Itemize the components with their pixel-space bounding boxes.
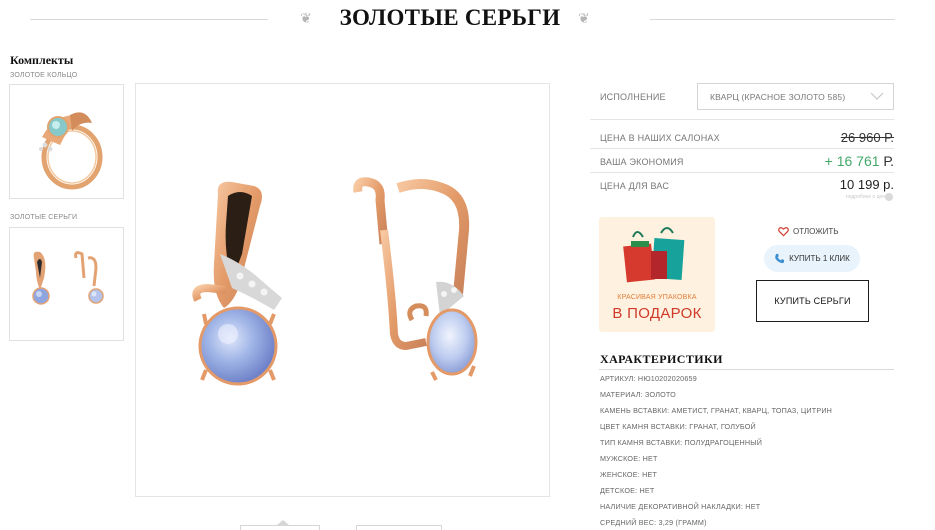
price-divider [590, 148, 894, 149]
char-item: НАЛИЧИЕ ДЕКОРАТИВНОЙ НАКЛАДКИ: НЕТ [600, 502, 761, 511]
char-item: ЦВЕТ КАМНЯ ВСТАВКИ: ГРАНАТ, ГОЛУБОЙ [600, 422, 756, 431]
old-price-value: 26 960 Р. [840, 130, 894, 145]
question-icon[interactable] [885, 193, 893, 201]
wishlist-label: ОТЛОЖИТЬ [793, 226, 839, 236]
sets-title: Комплекты [10, 53, 74, 67]
final-price-value: 10 199 р. [839, 177, 894, 192]
set-label-ring[interactable]: ЗОЛОТОЕ КОЛЬЦО [10, 72, 77, 79]
old-price-label: ЦЕНА В НАШИХ САЛОНАХ [600, 133, 720, 143]
characteristics-divider [599, 369, 894, 370]
gift-line2: В ПОДАРОК [612, 305, 702, 322]
product-main-image[interactable] [135, 83, 550, 497]
gift-line1: КРАСИВАЯ УПАКОВКА [617, 294, 697, 301]
gallery-tab-1[interactable] [240, 525, 320, 530]
option-select-value: КВАРЦ (КРАСНОЕ ЗОЛОТО 585) [710, 92, 846, 102]
header-divider-left [30, 19, 268, 20]
earrings-thumbnail-icon [32, 251, 104, 305]
header-divider-right [650, 19, 895, 20]
economy-currency: Р. [883, 153, 894, 169]
page-title: ЗОЛОТЫЕ СЕРЬГИ [339, 5, 561, 30]
flourish-left-icon: ❦ [300, 11, 312, 27]
phone-icon [775, 253, 785, 264]
price-divider [590, 119, 894, 120]
economy-value-wrap: + 16 761 Р. [825, 153, 894, 169]
char-item: ЖЕНСКОЕ: НЕТ [600, 470, 658, 479]
char-item: АРТИКУЛ: НЮ10202020659 [600, 374, 697, 383]
char-item: СРЕДНИЙ ВЕС: 3,29 (ГРАММ) [600, 518, 707, 527]
economy-label: ВАША ЭКОНОМИЯ [600, 157, 684, 167]
chevron-down-icon [870, 92, 884, 100]
economy-value: + 16 761 [824, 153, 880, 169]
char-item: КАМЕНЬ ВСТАВКИ: АМЕТИСТ, ГРАНАТ, КВАРЦ, … [600, 406, 833, 415]
flourish-right-icon: ❦ [578, 11, 590, 27]
one-click-label: КУПИТЬ 1 КЛИК [789, 254, 850, 263]
one-click-button[interactable]: КУПИТЬ 1 КЛИК [764, 245, 860, 272]
price-note-link[interactable]: подробнее о цене [846, 194, 888, 200]
set-label-earrings[interactable]: ЗОЛОТЫЕ СЕРЬГИ [10, 214, 77, 221]
option-select[interactable]: КВАРЦ (КРАСНОЕ ЗОЛОТО 585) [697, 83, 894, 110]
gallery-tab-2[interactable] [356, 525, 442, 530]
char-item: ТИП КАМНЯ ВСТАВКИ: ПОЛУДРАГОЦЕННЫЙ [600, 438, 763, 447]
char-item: ДЕТСКОЕ: НЕТ [600, 486, 655, 495]
ring-thumbnail-icon [39, 112, 103, 190]
earrings-product-icon [192, 177, 478, 386]
characteristics-title: ХАРАКТЕРИСТИКИ [600, 352, 723, 366]
set-thumb-earrings[interactable] [9, 227, 124, 341]
heart-icon [778, 226, 789, 236]
option-label: ИСПОЛНЕНИЕ [600, 92, 666, 102]
gift-banner[interactable]: КРАСИВАЯ УПАКОВКА В ПОДАРОК [599, 217, 715, 332]
buy-button[interactable]: КУПИТЬ СЕРЬГИ [756, 280, 869, 322]
gift-bags-icon [623, 227, 685, 283]
char-item: МАТЕРИАЛ: ЗОЛОТО [600, 390, 676, 399]
wishlist-button[interactable]: ОТЛОЖИТЬ [778, 223, 839, 239]
char-item: МУЖСКОЕ: НЕТ [600, 454, 658, 463]
set-thumb-ring[interactable] [9, 84, 124, 199]
final-price-label: ЦЕНА ДЛЯ ВАС [600, 181, 670, 191]
price-divider [590, 172, 894, 173]
